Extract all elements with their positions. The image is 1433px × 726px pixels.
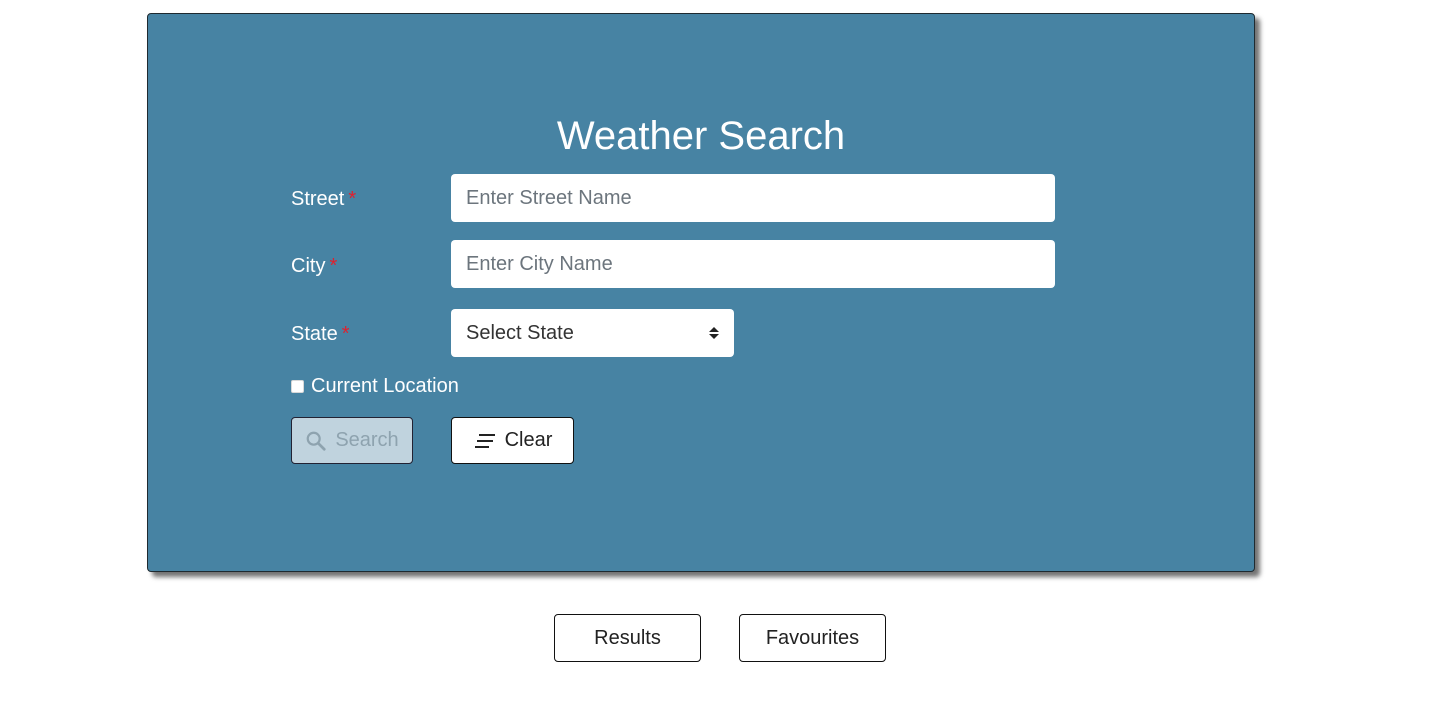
- search-button[interactable]: Search: [291, 417, 413, 464]
- page-title: Weather Search: [556, 114, 846, 158]
- select-arrows-icon: [709, 327, 719, 339]
- required-marker: *: [341, 323, 350, 345]
- results-button[interactable]: Results: [554, 614, 701, 662]
- required-marker: *: [348, 188, 357, 210]
- required-marker: *: [329, 255, 338, 277]
- city-label: City *: [291, 255, 338, 277]
- clear-lines-icon: [474, 433, 495, 448]
- clear-button[interactable]: Clear: [451, 417, 574, 464]
- current-location-checkbox[interactable]: [291, 380, 304, 393]
- favourites-button[interactable]: Favourites: [739, 614, 886, 662]
- current-location-row: Current Location: [291, 375, 459, 398]
- current-location-label: Current Location: [311, 375, 459, 397]
- state-select-value: Select State: [466, 321, 574, 344]
- clear-button-label: Clear: [504, 429, 553, 451]
- search-icon: [306, 431, 326, 451]
- street-input[interactable]: [451, 174, 1055, 222]
- search-button-label: Search: [335, 429, 399, 451]
- street-label: Street *: [291, 188, 357, 210]
- weather-search-panel: Weather Search Street* City* State* Sele…: [147, 13, 1255, 572]
- city-input[interactable]: [451, 240, 1055, 288]
- state-label: State *: [291, 323, 350, 345]
- state-select[interactable]: Select State: [451, 309, 734, 357]
